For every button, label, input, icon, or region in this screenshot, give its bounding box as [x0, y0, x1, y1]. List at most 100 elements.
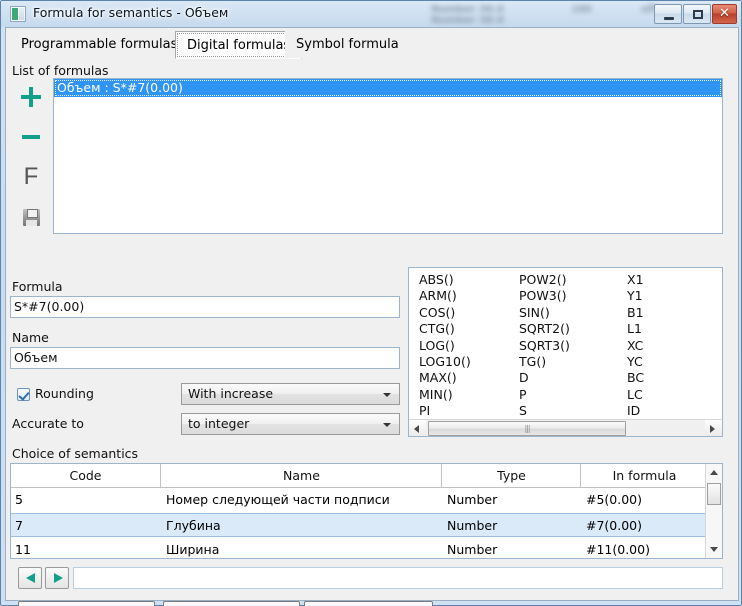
function-item[interactable]: POW3() [519, 288, 570, 304]
table-header-row: Code Name Type In formula [11, 464, 707, 488]
function-item[interactable]: POW2() [519, 272, 570, 288]
function-item[interactable]: SIN() [519, 305, 570, 321]
table-header-cell[interactable]: Code [11, 464, 161, 487]
dialog-window: Number 36.0 Number 38.0 180 off Formula … [0, 0, 742, 606]
table-header-cell[interactable]: In formula [582, 464, 707, 487]
accurate-to-select-value: to integer [188, 416, 250, 431]
table-cell-in-formula: #11(0.00) [586, 542, 650, 557]
function-item[interactable]: TG() [519, 354, 570, 370]
table-row[interactable]: 7 Глубина Number #7(0.00) [11, 513, 707, 537]
name-input[interactable]: Объем [10, 347, 400, 369]
scroll-down-button[interactable] [706, 541, 722, 558]
chevron-down-icon [383, 423, 391, 427]
function-item[interactable]: ARM() [419, 288, 471, 304]
table-header-cell[interactable]: Name [162, 464, 442, 487]
function-item[interactable]: Y1 [627, 288, 644, 304]
function-item[interactable]: SQRT3() [519, 338, 570, 354]
semantics-search-input[interactable] [73, 567, 723, 589]
function-item[interactable]: S [519, 403, 570, 419]
function-item[interactable]: X1 [627, 272, 644, 288]
function-item[interactable]: LOG() [419, 338, 471, 354]
arrow-right-icon [54, 573, 63, 583]
function-item[interactable]: CTG() [419, 321, 471, 337]
table-cell-name: Номер следующей части подписи [166, 492, 390, 507]
window-document-icon [10, 6, 26, 22]
chevron-down-icon [383, 393, 391, 397]
rounding-select-value: With increase [188, 386, 274, 401]
tab-symbol-formulas[interactable]: Symbol formulas [285, 31, 418, 58]
function-item[interactable]: ID [627, 403, 644, 419]
function-item[interactable]: P [519, 387, 570, 403]
choice-of-semantics-label: Choice of semantics [12, 446, 139, 461]
formula-list[interactable]: Объем : S*#7(0.00) [53, 78, 723, 234]
function-item[interactable]: LC [627, 387, 644, 403]
scroll-left-button[interactable] [409, 420, 426, 436]
accurate-to-select[interactable]: to integer [181, 413, 400, 435]
table-row[interactable]: 5 Номер следующей части подписи Number #5(0… [11, 488, 707, 512]
arrow-up-icon [710, 470, 718, 475]
minimize-button[interactable] [654, 4, 682, 24]
table-cell-in-formula: #7(0.00) [586, 518, 643, 533]
table-header-cell[interactable]: Type [443, 464, 581, 487]
function-item[interactable]: D [519, 370, 570, 386]
remove-formula-button[interactable] [10, 118, 52, 156]
appoint-button[interactable]: Appoint [18, 601, 155, 606]
window-title: Formula for semantics - Объем [33, 5, 229, 20]
tab-programmable-formulas[interactable]: Programmable formulas [10, 31, 190, 58]
function-item[interactable]: SQRT2() [519, 321, 570, 337]
function-f-icon: F [23, 163, 39, 190]
function-item[interactable]: MAX() [419, 370, 471, 386]
function-item[interactable]: L1 [627, 321, 644, 337]
dialog-client-area: Programmable formulas Digital formulas S… [5, 27, 739, 606]
floppy-disk-icon [23, 209, 40, 226]
function-item[interactable]: PI [419, 403, 471, 419]
functions-panel[interactable]: ABS() ARM() COS() CTG() LOG() LOG10() MAX() MIN… [408, 267, 723, 437]
scrollbar-thumb[interactable] [707, 483, 721, 505]
function-item[interactable]: YC [627, 354, 644, 370]
functions-column-3: X1 Y1 B1 L1 XC YC BC LC ID [627, 272, 644, 420]
function-item[interactable]: BC [627, 370, 644, 386]
list-of-formulas-label: List of formulas [12, 63, 109, 78]
tab-digital-formulas[interactable]: Digital formulas [175, 31, 303, 59]
table-vertical-scrollbar[interactable] [705, 464, 722, 558]
scroll-up-button[interactable] [706, 464, 722, 481]
semantics-table[interactable]: Code Name Type In formula 5 Номер следующей … [10, 463, 723, 559]
table-cell-type: Number [447, 542, 498, 557]
rounding-select[interactable]: With increase [181, 383, 400, 405]
table-cell-code: 5 [15, 492, 23, 507]
next-record-button[interactable] [45, 567, 69, 589]
function-item[interactable]: ABS() [419, 272, 471, 288]
tab-strip: Programmable formulas Digital formulas S… [10, 31, 734, 59]
formula-input[interactable]: S*#7(0.00) [10, 296, 400, 318]
scrollbar-thumb[interactable] [428, 421, 626, 436]
add-formula-button[interactable] [10, 78, 52, 116]
function-item[interactable]: LOG10() [419, 354, 471, 370]
previous-record-button[interactable] [18, 567, 42, 589]
close-button[interactable]: ✕ [712, 4, 737, 24]
function-item[interactable]: B1 [627, 305, 644, 321]
table-row[interactable]: 11 Ширина Number #11(0.00) [11, 538, 707, 558]
insert-function-button[interactable]: F [10, 158, 52, 196]
function-item[interactable]: XC [627, 338, 644, 354]
functions-column-2: POW2() POW3() SIN() SQRT2() SQRT3() TG() D P S [519, 272, 570, 420]
exit-button[interactable]: Exit [163, 601, 300, 606]
table-cell-type: Number [447, 518, 498, 533]
maximize-button[interactable] [683, 4, 711, 24]
minimize-icon [664, 17, 674, 20]
arrow-left-icon [26, 573, 35, 583]
functions-column-1: ABS() ARM() COS() CTG() LOG() LOG10() MAX() MIN… [419, 272, 471, 420]
tab-strip-filler [399, 31, 734, 58]
functions-horizontal-scrollbar[interactable] [409, 419, 722, 436]
save-formula-button[interactable] [10, 198, 52, 236]
arrow-right-icon [710, 425, 715, 433]
rounding-label: Rounding [35, 386, 94, 401]
help-button[interactable]: Help [304, 601, 433, 606]
function-item[interactable]: MIN() [419, 387, 471, 403]
table-cell-name: Ширина [166, 542, 220, 557]
scroll-right-button[interactable] [705, 420, 722, 436]
list-item[interactable]: Объем : S*#7(0.00) [54, 79, 722, 97]
rounding-checkbox[interactable] [17, 388, 30, 401]
name-label: Name [12, 330, 49, 345]
arrow-down-icon [710, 547, 718, 552]
function-item[interactable]: COS() [419, 305, 471, 321]
